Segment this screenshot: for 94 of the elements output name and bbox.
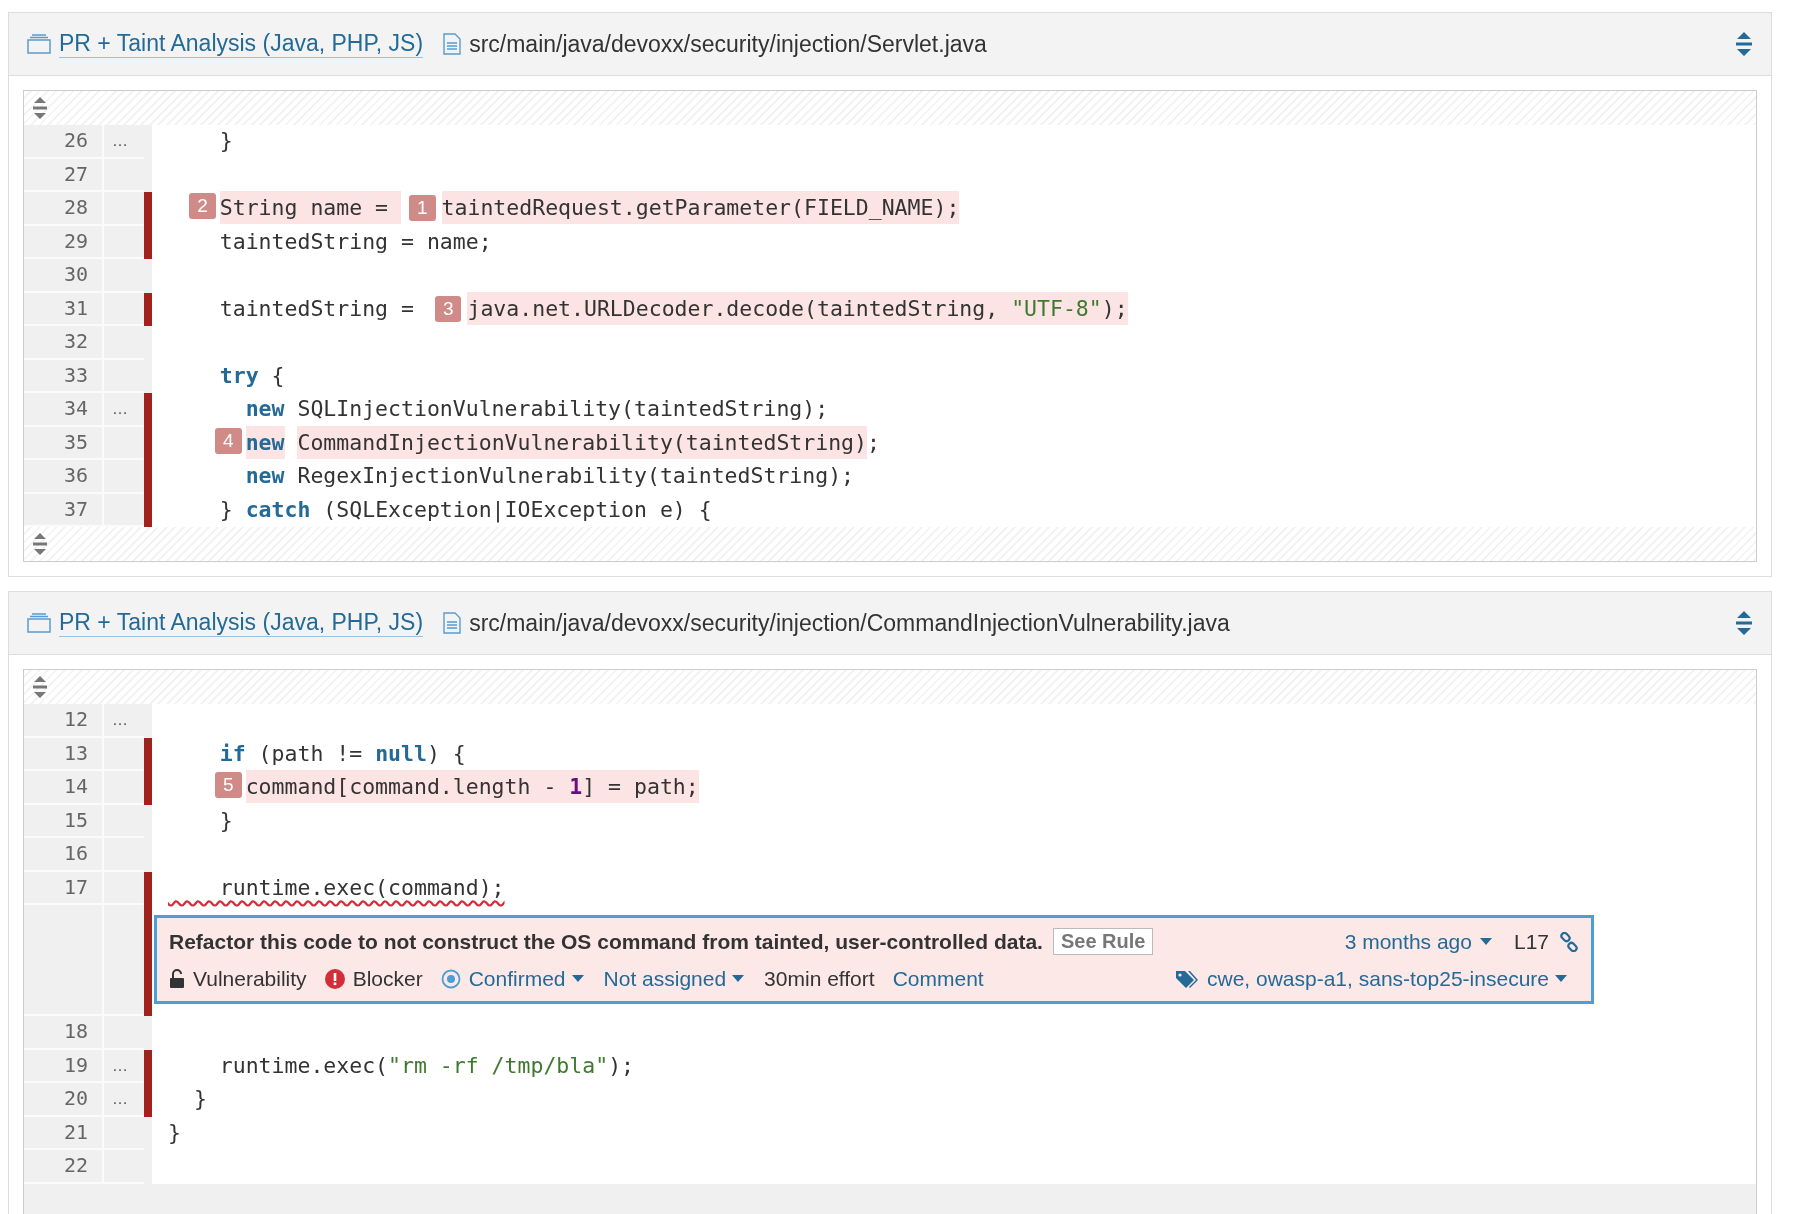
gutter-cell [102, 192, 144, 226]
line-number: 18 [24, 1016, 102, 1050]
file-icon [443, 33, 462, 55]
flow-step-badge[interactable]: 3 [434, 295, 462, 322]
issue-line: L17 [1513, 929, 1549, 954]
file-path: src/main/java/devoxx/security/injection/CommandInjectionVulnerability.java [469, 609, 1230, 637]
issue-age-dropdown[interactable]: 3 months ago [1344, 929, 1472, 954]
caret-icon[interactable] [732, 975, 745, 983]
expand-icon[interactable] [1735, 31, 1753, 57]
file-path: src/main/java/devoxx/security/injection/Servlet.java [469, 30, 987, 58]
flow-step-badge[interactable]: 2 [189, 193, 216, 219]
code-line: new RegexInjectionVulnerability(taintedString); [244, 462, 856, 490]
more-lines-link[interactable]: … [104, 400, 128, 417]
open-lock-icon [169, 969, 185, 989]
expand-icon[interactable] [32, 675, 48, 699]
line-number: 19 [24, 1049, 102, 1083]
code-line: try { [218, 361, 286, 390]
expand-icon[interactable] [1735, 610, 1753, 636]
issue-severity[interactable]: Blocker [352, 967, 423, 991]
code-line: runtime.exec(command); [218, 873, 506, 902]
project-link[interactable]: PR + Taint Analysis (Java, PHP, JS) [59, 609, 424, 637]
link-icon[interactable] [1559, 931, 1579, 952]
line-number: 14 [24, 771, 102, 805]
expand-icon[interactable] [32, 532, 48, 556]
more-lines-link[interactable]: … [104, 132, 128, 149]
caret-icon[interactable] [1479, 937, 1492, 946]
issue-type[interactable]: Vulnerability [193, 967, 307, 991]
line-number: 27 [24, 158, 102, 192]
file-icon [443, 612, 462, 634]
flow-step-badge[interactable]: 4 [215, 427, 242, 454]
line-number: 29 [24, 225, 102, 259]
line-number: 35 [24, 426, 102, 460]
line-number: 34 [24, 393, 102, 427]
tags-icon [1175, 969, 1199, 989]
project-icon [27, 34, 51, 54]
line-number: 33 [24, 359, 102, 393]
line-number: 31 [24, 292, 102, 326]
caret-icon[interactable] [571, 975, 584, 983]
line-number: 28 [24, 192, 102, 226]
code-line: new SQLInjectionVulnerability(taintedString); [244, 395, 830, 423]
gutter-cell [102, 292, 144, 326]
more-lines-link[interactable]: … [104, 1090, 128, 1107]
code-line: } [192, 1085, 208, 1113]
blocker-icon [324, 969, 345, 989]
line-number: 37 [24, 493, 102, 527]
gutter-cell [102, 259, 144, 293]
code-line: } [167, 1118, 182, 1147]
line-number: 20 [24, 1083, 102, 1117]
gutter-cell [102, 326, 144, 360]
see-rule-button[interactable]: See Rule [1052, 928, 1154, 955]
line-number: 32 [24, 326, 102, 360]
code-line: } [218, 806, 234, 835]
line-number: 16 [24, 838, 102, 872]
issue-message[interactable]: Refactor this code to not construct the OS command from tainted, user-controlled data. [169, 929, 1043, 954]
line-number: 22 [24, 1150, 102, 1184]
gutter-cell [102, 460, 144, 494]
more-lines-link[interactable]: … [104, 1056, 128, 1074]
line-number: 36 [24, 460, 102, 494]
code-line: 5 command[command.length - 1] = path; [152, 771, 1756, 805]
gutter-cell [102, 804, 144, 838]
tags-dropdown[interactable]: cwe, owasp-a1, sans-top25-insecure [1207, 967, 1549, 991]
line-number: 12 [24, 704, 102, 738]
code-line: } catch (SQLException|IOException e) { [218, 495, 713, 525]
issue-card[interactable] [154, 915, 1594, 1004]
line-number: 15 [24, 804, 102, 838]
line-number: 26 [24, 125, 102, 159]
line-number: 17 [24, 871, 102, 905]
gutter-cell [102, 871, 144, 905]
assignee-dropdown[interactable]: Not assigned [603, 967, 727, 991]
code-line: } [218, 127, 234, 155]
flow-step-badge[interactable]: 1 [409, 195, 436, 221]
line-number: 21 [24, 1116, 102, 1150]
more-lines-link[interactable]: … [104, 711, 128, 728]
issue-effort: 30min effort [764, 967, 875, 991]
gutter-cell [102, 838, 144, 872]
project-icon [27, 613, 51, 633]
code-line: runtime.exec("rm -rf /tmp/bla"); [218, 1051, 635, 1080]
status-icon [440, 969, 461, 989]
code-line: if (path != null) { [218, 739, 467, 768]
line-number: 30 [24, 259, 102, 293]
caret-icon[interactable] [1555, 975, 1567, 983]
project-link[interactable]: PR + Taint Analysis (Java, PHP, JS) [59, 30, 424, 58]
code-line: taintedString = 3 java.net.URLDecoder.decode(taintedString, "UTF-8"); [152, 292, 1756, 326]
comment-link[interactable]: Comment [892, 967, 984, 991]
code-line: taintedString = name; [218, 227, 493, 256]
gutter-cell [102, 771, 144, 805]
gutter-cell [102, 225, 144, 259]
flow-step-badge[interactable]: 5 [215, 772, 242, 798]
expand-icon[interactable] [32, 96, 48, 120]
status-dropdown[interactable]: Confirmed [468, 967, 566, 991]
line-number: 13 [24, 737, 102, 771]
code-line: 2 String name = 1 taintedRequest.getParameter(FIELD_NAME); [152, 192, 1756, 226]
code-line: 4 new CommandInjectionVulnerability(taintedString); [152, 426, 1756, 460]
gutter-cell [102, 493, 144, 527]
